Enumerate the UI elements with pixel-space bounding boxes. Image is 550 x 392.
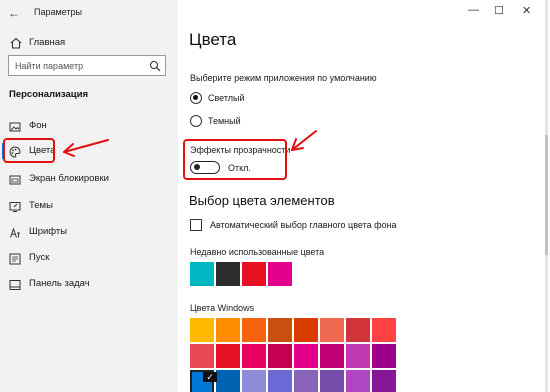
element-colors-title: Выбор цвета элементов [189, 193, 335, 208]
title-bar: ← Параметры [0, 0, 178, 26]
app-title: Параметры [34, 7, 82, 17]
font-icon [9, 226, 21, 238]
recent-color-swatch[interactable] [190, 262, 214, 286]
sidebar-item-themes[interactable]: Темы [0, 195, 178, 217]
back-arrow-icon[interactable]: ← [8, 6, 20, 20]
sidebar-item-background[interactable]: Фон [0, 115, 178, 137]
sidebar: ← Параметры Главная Персонализация Фон Ц… [0, 0, 178, 392]
recent-color-swatch[interactable] [216, 262, 240, 286]
windows-color-swatch[interactable] [294, 318, 318, 342]
windows-color-swatch[interactable] [190, 344, 214, 368]
windows-color-swatch[interactable] [190, 318, 214, 342]
radio-label: Темный [208, 116, 241, 126]
sidebar-item-fonts[interactable]: Шрифты [0, 221, 178, 243]
sidebar-item-label: Пуск [29, 252, 50, 263]
windows-color-swatch[interactable] [346, 344, 370, 368]
windows-color-swatch[interactable] [242, 318, 266, 342]
maximize-icon[interactable]: ☐ [494, 4, 504, 17]
sidebar-item-label: Экран блокировки [29, 173, 109, 184]
windows-color-swatch[interactable] [294, 344, 318, 368]
annotation-highlight-transparency [183, 139, 287, 180]
windows-color-swatch[interactable] [268, 370, 292, 392]
windows-color-swatch[interactable] [346, 370, 370, 392]
close-icon[interactable]: ✕ [522, 4, 531, 17]
radio-button[interactable] [190, 92, 202, 104]
windows-color-swatch[interactable] [320, 344, 344, 368]
windows-color-swatch[interactable] [216, 318, 240, 342]
windows-color-swatch[interactable] [372, 370, 396, 392]
sidebar-item-home[interactable]: Главная [0, 32, 178, 52]
minimize-icon[interactable]: — [468, 4, 479, 16]
windows-color-swatch[interactable] [216, 344, 240, 368]
sidebar-item-start[interactable]: Пуск [0, 247, 178, 269]
windows-color-swatch[interactable] [346, 318, 370, 342]
home-icon [10, 36, 22, 54]
scrollbar-thumb[interactable] [545, 135, 548, 255]
windows-color-swatch[interactable] [268, 318, 292, 342]
windows-colors-label: Цвета Windows [190, 303, 255, 313]
lock-screen-icon [9, 173, 21, 185]
search-icon[interactable] [149, 59, 161, 77]
taskbar-icon [9, 278, 21, 290]
radio-label: Светлый [208, 93, 245, 103]
sidebar-item-lock-screen[interactable]: Экран блокировки [0, 168, 178, 190]
brush-icon [9, 200, 21, 212]
recent-color-swatch[interactable] [268, 262, 292, 286]
recent-colors-label: Недавно использованные цвета [190, 247, 325, 257]
windows-color-swatch[interactable] [372, 344, 396, 368]
sidebar-item-label: Главная [29, 37, 66, 48]
sidebar-item-label: Шрифты [29, 226, 68, 237]
annotation-highlight-colors [3, 138, 55, 163]
section-title: Персонализация [9, 89, 89, 100]
app-mode-label: Выберите режим приложения по умолчанию [190, 73, 377, 83]
recent-color-swatch[interactable] [242, 262, 266, 286]
start-icon [9, 252, 21, 265]
windows-color-swatch[interactable] [320, 370, 344, 392]
windows-color-swatch[interactable] [242, 370, 266, 392]
auto-accent-label: Автоматический выбор главного цвета фона [210, 220, 397, 230]
windows-color-swatch[interactable] [320, 318, 344, 342]
image-icon [9, 120, 21, 132]
sidebar-item-label: Панель задач [29, 278, 90, 289]
windows-color-swatch[interactable] [216, 370, 240, 392]
windows-color-swatch[interactable] [372, 318, 396, 342]
search-input[interactable] [9, 56, 145, 75]
radio-button[interactable] [190, 115, 202, 127]
windows-color-swatch[interactable] [242, 344, 266, 368]
sidebar-item-label: Фон [29, 120, 47, 131]
auto-accent-checkbox[interactable] [190, 219, 202, 231]
check-icon: ✓ [203, 372, 217, 382]
search-box[interactable] [8, 55, 166, 76]
sidebar-item-label: Темы [29, 200, 53, 211]
page-title: Цвета [189, 30, 237, 49]
main-content: — ☐ ✕ Цвета Выберите режим приложения по… [178, 0, 550, 392]
sidebar-item-taskbar[interactable]: Панель задач [0, 273, 178, 295]
windows-color-swatch[interactable] [268, 344, 292, 368]
windows-color-swatch[interactable] [294, 370, 318, 392]
